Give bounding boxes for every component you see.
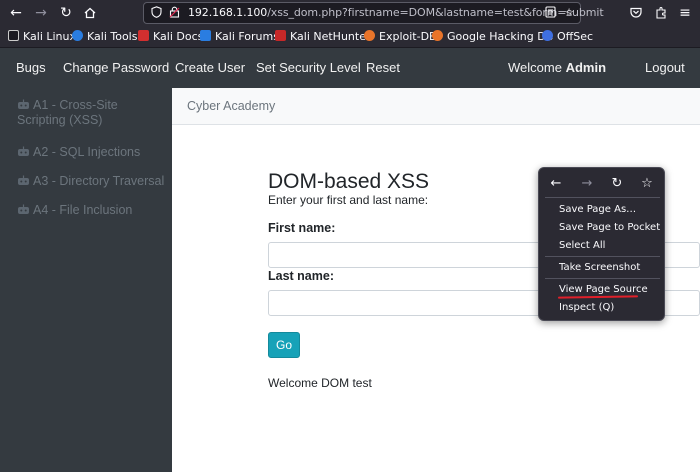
page-subtitle: Enter your first and last name: [268, 193, 429, 207]
bookmark-star-icon[interactable]: ☆ [562, 6, 576, 20]
bookmark-star-icon[interactable]: ☆ [639, 176, 655, 192]
bookmark-label: Kali Tools [87, 30, 138, 43]
username: Admin [565, 60, 607, 75]
bookmark-label: Kali Docs [153, 30, 204, 43]
bookmark-label: Kali Forums [215, 30, 279, 43]
menu-save-page-as[interactable]: Save Page As… [559, 204, 636, 215]
shield-icon[interactable] [149, 6, 163, 20]
bookmark-label: Exploit-DB [379, 30, 437, 43]
url-host: 192.168.1.100 [188, 6, 268, 19]
robot-icon [18, 175, 29, 185]
offsec-icon [542, 30, 553, 41]
breadcrumb-bar: Cyber Academy [172, 88, 700, 125]
reader-icon[interactable] [543, 6, 557, 20]
xss-output: Welcome DOM test [268, 376, 372, 390]
bookmark-kali-nethunter[interactable]: Kali NetHunter [275, 29, 371, 45]
bookmark-label: Google Hacking DB [447, 30, 554, 43]
sidebar-item-sqli[interactable]: A2 - SQL Injections [17, 145, 140, 160]
ghdb-icon [432, 30, 443, 41]
kali-logo-icon [8, 30, 19, 41]
bookmark-label: Kali NetHunter [290, 30, 371, 43]
robot-icon [18, 204, 29, 214]
menu-divider [545, 197, 660, 198]
robot-icon [18, 146, 29, 156]
pocket-icon[interactable] [626, 3, 646, 23]
kali-forums-icon [200, 30, 211, 41]
menu-divider [545, 256, 660, 257]
lock-icon[interactable] [167, 6, 181, 20]
sidebar-item-directory-traversal[interactable]: A3 - Directory Traversal [17, 174, 164, 189]
nav-change-password[interactable]: Change Password [63, 60, 169, 75]
reload-icon[interactable]: ↻ [609, 176, 625, 192]
browser-toolbar: ← → ↻ 192.168.1.100/xss_dom.php?firstnam… [0, 0, 700, 26]
menu-take-screenshot[interactable]: Take Screenshot [559, 262, 640, 273]
bookmark-offsec[interactable]: OffSec [542, 29, 593, 45]
breadcrumb[interactable]: Cyber Academy [187, 99, 275, 113]
kali-nethunter-icon [275, 30, 286, 41]
menu-inspect[interactable]: Inspect (Q) [559, 302, 614, 313]
nav-reset[interactable]: Reset [366, 60, 400, 75]
kali-docs-icon [138, 30, 149, 41]
menu-select-all[interactable]: Select All [559, 240, 605, 251]
last-name-label: Last name: [268, 269, 334, 283]
sidebar-item-label: A2 - SQL Injections [33, 145, 141, 159]
back-icon[interactable]: ← [548, 176, 564, 192]
logout-link[interactable]: Logout [645, 60, 685, 75]
nav-bugs[interactable]: Bugs [16, 60, 46, 75]
bookmark-kali-linux[interactable]: Kali Linux [8, 29, 76, 45]
menu-icon[interactable]: ≡ [675, 3, 695, 23]
back-icon[interactable]: ← [6, 3, 26, 23]
url-bar[interactable]: 192.168.1.100/xss_dom.php?firstname=DOM&… [143, 2, 604, 24]
app-navbar: Bugs Change Password Create User Set Sec… [0, 48, 700, 88]
url-text: 192.168.1.100/xss_dom.php?firstname=DOM&… [188, 6, 604, 19]
welcome-prefix: Welcome [508, 60, 562, 75]
go-button[interactable]: Go [268, 332, 300, 358]
sidebar-item-file-inclusion[interactable]: A4 - File Inclusion [17, 203, 132, 218]
bookmark-label: OffSec [557, 30, 594, 43]
bookmark-label: Kali Linux [23, 30, 77, 43]
sidebar: A1 - Cross-Site Scripting (XSS) A2 - SQL… [0, 88, 172, 472]
sidebar-item-label: A4 - File Inclusion [33, 203, 133, 217]
sidebar-item-label: A1 - Cross-Site Scripting (XSS) [17, 98, 118, 127]
menu-view-page-source[interactable]: View Page Source [559, 284, 648, 295]
page-title: DOM-based XSS [268, 170, 430, 193]
kali-tools-icon [72, 30, 83, 41]
menu-save-to-pocket[interactable]: Save Page to Pocket [559, 222, 660, 233]
first-name-label: First name: [268, 221, 336, 235]
welcome-user: Welcome Admin [508, 60, 606, 75]
reload-icon[interactable]: ↻ [56, 3, 76, 23]
sidebar-item-xss[interactable]: A1 - Cross-Site Scripting (XSS) [17, 98, 167, 128]
robot-icon [18, 99, 29, 109]
bookmark-kali-tools[interactable]: Kali Tools [72, 29, 137, 45]
home-icon[interactable] [80, 3, 100, 23]
bookmarks-bar: Kali Linux Kali Tools Kali Docs Kali For… [0, 26, 700, 48]
bookmark-exploit-db[interactable]: Exploit-DB [364, 29, 437, 45]
exploit-db-icon [364, 30, 375, 41]
nav-create-user[interactable]: Create User [175, 60, 245, 75]
nav-set-security-level[interactable]: Set Security Level [256, 60, 361, 75]
forward-icon[interactable]: → [579, 176, 595, 192]
bookmark-google-hacking-db[interactable]: Google Hacking DB [432, 29, 553, 45]
bookmark-kali-forums[interactable]: Kali Forums [200, 29, 279, 45]
sidebar-item-label: A3 - Directory Traversal [33, 174, 165, 188]
forward-icon[interactable]: → [31, 3, 51, 23]
bookmark-kali-docs[interactable]: Kali Docs [138, 29, 203, 45]
extensions-icon[interactable] [651, 3, 671, 23]
menu-divider [545, 278, 660, 279]
